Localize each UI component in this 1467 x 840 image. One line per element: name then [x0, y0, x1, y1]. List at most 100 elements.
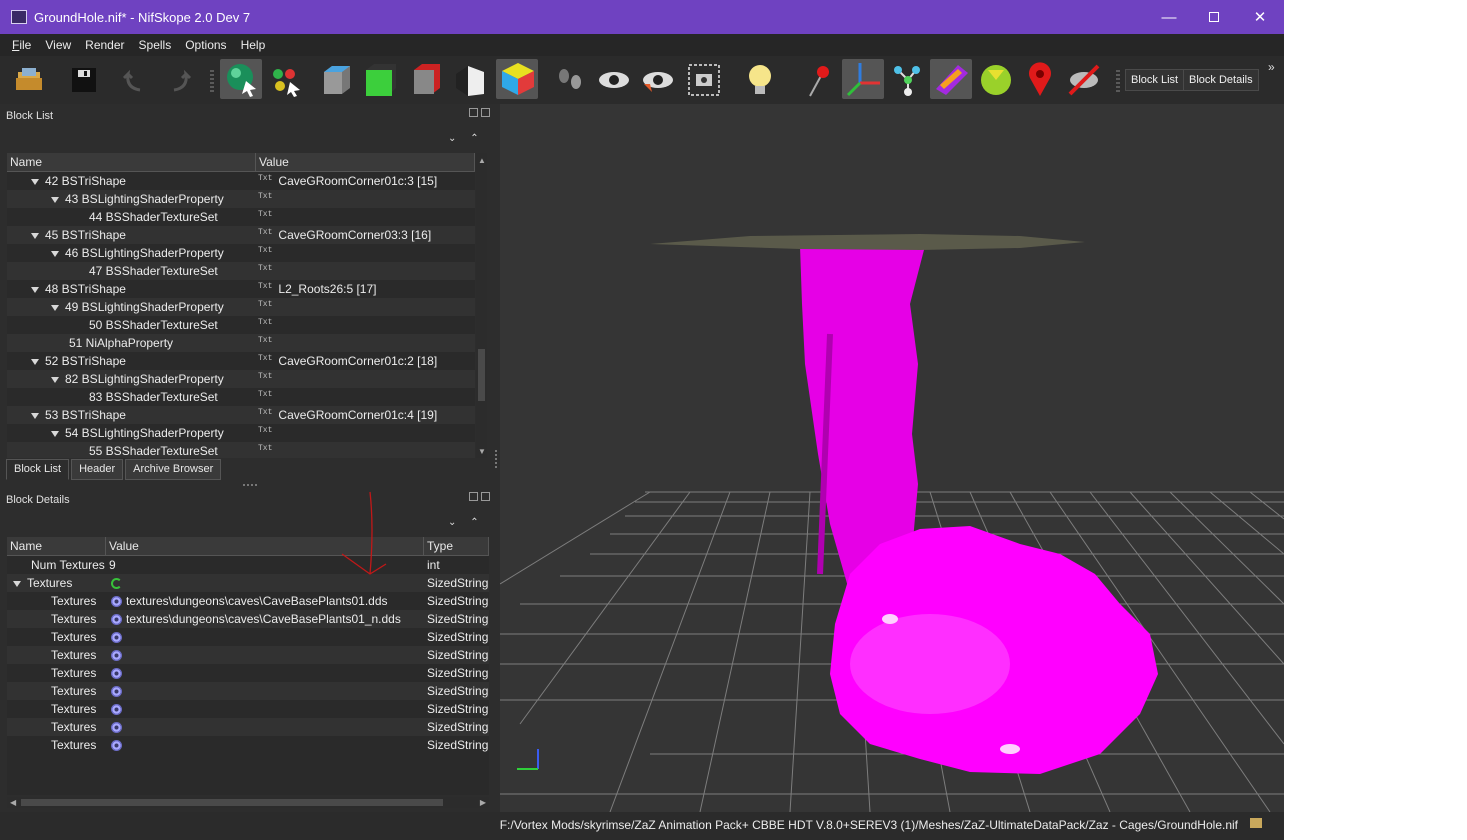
- collision-button[interactable]: [1066, 62, 1102, 98]
- field-value-cell[interactable]: [106, 718, 424, 736]
- expand-arrow-icon[interactable]: [51, 376, 59, 383]
- table-row[interactable]: Textures SizedString: [7, 700, 489, 718]
- column-value[interactable]: Value: [256, 153, 475, 171]
- table-row[interactable]: Textures SizedString: [7, 736, 489, 754]
- table-row[interactable]: 42 BSTriShape Txt CaveGRoomCorner01c:3 [15…: [7, 172, 475, 190]
- field-value-cell[interactable]: [106, 700, 424, 718]
- gear-icon[interactable]: [111, 704, 122, 716]
- redo-button[interactable]: [162, 62, 198, 98]
- undo-button[interactable]: [118, 62, 154, 98]
- expand-arrow-icon[interactable]: [51, 304, 59, 311]
- table-row[interactable]: 55 BSShaderTextureSet Txt: [7, 442, 475, 458]
- table-row[interactable]: Textures SizedString: [7, 628, 489, 646]
- field-value-cell[interactable]: [106, 628, 424, 646]
- table-row[interactable]: 50 BSShaderTextureSet Txt: [7, 316, 475, 334]
- maximize-button[interactable]: [1191, 0, 1237, 34]
- column-type[interactable]: Type: [424, 537, 489, 555]
- gear-icon[interactable]: [111, 632, 122, 644]
- table-row[interactable]: 49 BSLightingShaderProperty Txt: [7, 298, 475, 316]
- cube-red-button[interactable]: [408, 62, 444, 98]
- render-viewport[interactable]: [500, 104, 1284, 812]
- cube-grey-button[interactable]: [318, 62, 354, 98]
- table-row[interactable]: 54 BSLightingShaderProperty Txt: [7, 424, 475, 442]
- menu-file[interactable]: File: [5, 38, 38, 52]
- expand-arrow-icon[interactable]: [31, 178, 39, 185]
- expand-arrow-icon[interactable]: [31, 232, 39, 239]
- expand-arrow-icon[interactable]: [13, 580, 21, 587]
- collapse-all-icon[interactable]: ⌃: [470, 517, 478, 528]
- block-list-scroll-thumb[interactable]: [478, 349, 485, 401]
- sphere-button[interactable]: [978, 62, 1014, 98]
- menu-view[interactable]: View: [38, 38, 78, 52]
- table-row[interactable]: Textures textures\dungeons\caves\CaveBase…: [7, 610, 489, 628]
- axes-button[interactable]: [842, 59, 884, 99]
- gear-icon[interactable]: [111, 668, 122, 680]
- refresh-icon[interactable]: [111, 578, 122, 590]
- gear-icon[interactable]: [111, 614, 122, 626]
- table-row[interactable]: 47 BSShaderTextureSet Txt: [7, 262, 475, 280]
- footprint-button[interactable]: [552, 62, 588, 98]
- scroll-right-icon[interactable]: ▶: [480, 797, 486, 808]
- tab-archive-browser[interactable]: Archive Browser: [125, 459, 222, 480]
- expand-arrow-icon[interactable]: [51, 196, 59, 203]
- splitter-handle[interactable]: [243, 484, 259, 486]
- eye-button[interactable]: [596, 62, 632, 98]
- menu-help[interactable]: Help: [234, 38, 273, 52]
- expand-all-icon[interactable]: ⌄: [448, 133, 456, 144]
- table-row[interactable]: 83 BSShaderTextureSet Txt: [7, 388, 475, 406]
- vertical-splitter-handle[interactable]: [495, 450, 497, 470]
- select-vertex-button[interactable]: [268, 62, 304, 98]
- table-row[interactable]: 44 BSShaderTextureSet Txt: [7, 208, 475, 226]
- field-value-cell[interactable]: [106, 736, 424, 754]
- gear-icon[interactable]: [111, 650, 122, 662]
- menu-spells[interactable]: Spells: [132, 38, 179, 52]
- pin-button[interactable]: [800, 62, 836, 98]
- block-list-vscrollbar[interactable]: ▲ ▼: [476, 153, 487, 458]
- table-row[interactable]: 51 NiAlphaProperty Txt: [7, 334, 475, 352]
- field-value-cell[interactable]: [106, 664, 424, 682]
- open-button[interactable]: [12, 62, 56, 98]
- column-name[interactable]: Name: [7, 153, 256, 171]
- table-row[interactable]: Textures SizedString: [7, 664, 489, 682]
- block-list-toggle[interactable]: Block List: [1125, 69, 1185, 91]
- table-row[interactable]: Textures SizedString: [7, 646, 489, 664]
- table-row[interactable]: 46 BSLightingShaderProperty Txt: [7, 244, 475, 262]
- block-details-toggle[interactable]: Block Details: [1183, 69, 1259, 91]
- select-mode-button[interactable]: [220, 59, 262, 99]
- table-row[interactable]: Textures SizedString: [7, 682, 489, 700]
- screenshot-button[interactable]: [686, 62, 722, 98]
- expand-arrow-icon[interactable]: [51, 250, 59, 257]
- cube-bw-button[interactable]: [452, 62, 488, 98]
- save-button[interactable]: [68, 62, 104, 98]
- title-bar[interactable]: GroundHole.nif* - NifSkope 2.0 Dev 7 — ✕: [0, 0, 1284, 34]
- tab-header[interactable]: Header: [71, 459, 124, 480]
- eye-color-button[interactable]: [640, 62, 676, 98]
- table-row[interactable]: 43 BSLightingShaderProperty Txt: [7, 190, 475, 208]
- table-row[interactable]: 45 BSTriShape Txt CaveGRoomCorner03:3 [16]: [7, 226, 475, 244]
- close-icon[interactable]: [481, 492, 490, 501]
- lighting-button[interactable]: [742, 62, 778, 98]
- table-row[interactable]: 52 BSTriShape Txt CaveGRoomCorner01c:2 [18…: [7, 352, 475, 370]
- table-row[interactable]: 48 BSTriShape Txt L2_Roots26:5 [17]: [7, 280, 475, 298]
- table-row[interactable]: Textures textures\dungeons\caves\CaveBase…: [7, 592, 489, 610]
- cube-green-button[interactable]: [362, 62, 398, 98]
- texture-button[interactable]: [930, 59, 972, 99]
- menu-render[interactable]: Render: [78, 38, 131, 52]
- close-icon[interactable]: [481, 108, 490, 117]
- gear-icon[interactable]: [111, 686, 122, 698]
- gear-icon[interactable]: [111, 596, 122, 608]
- gear-icon[interactable]: [111, 722, 122, 734]
- table-row[interactable]: Num Textures 9 int: [7, 556, 489, 574]
- column-name[interactable]: Name: [7, 537, 106, 555]
- scroll-up-icon[interactable]: ▲: [478, 156, 486, 165]
- scroll-left-icon[interactable]: ◀: [10, 797, 16, 808]
- table-row[interactable]: 82 BSLightingShaderProperty Txt: [7, 370, 475, 388]
- block-details-hscrollbar[interactable]: ◀ ▶: [7, 797, 489, 808]
- scroll-down-icon[interactable]: ▼: [478, 447, 486, 456]
- field-value-cell[interactable]: textures\dungeons\caves\CaveBasePlants01…: [106, 592, 424, 610]
- float-icon[interactable]: [469, 108, 478, 117]
- menu-options[interactable]: Options: [178, 38, 233, 52]
- marker-button[interactable]: [1022, 62, 1058, 98]
- scene-canvas[interactable]: [500, 104, 1284, 812]
- expand-arrow-icon[interactable]: [31, 412, 39, 419]
